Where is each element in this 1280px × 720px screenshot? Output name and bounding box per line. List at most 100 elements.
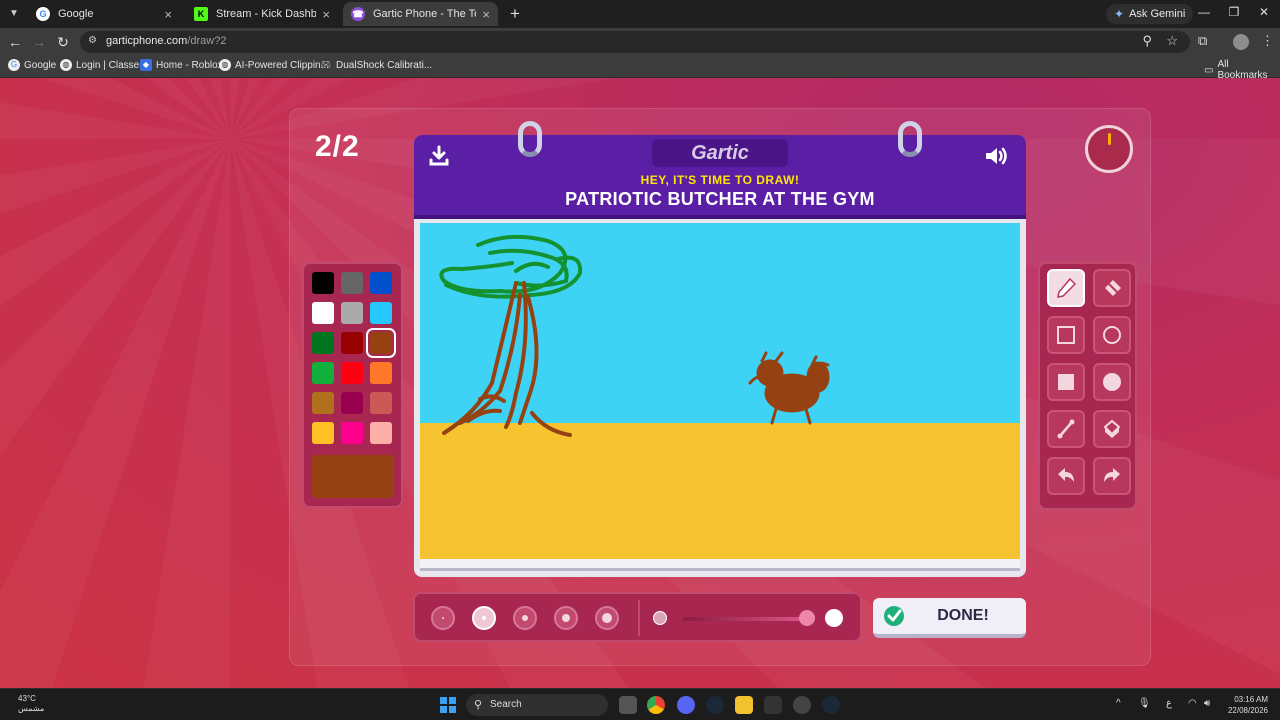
- filled-ellipse-tool-button[interactable]: [1093, 363, 1131, 401]
- tab-kick[interactable]: K Stream - Kick Dashboard ×: [186, 2, 338, 26]
- color-swatch[interactable]: [341, 332, 363, 354]
- tab-google[interactable]: G Google ×: [28, 2, 180, 26]
- color-swatch[interactable]: [370, 392, 392, 414]
- redo-button[interactable]: [1093, 457, 1131, 495]
- task-view-icon[interactable]: [619, 696, 637, 714]
- app-icon[interactable]: [764, 696, 782, 714]
- site-info-icon[interactable]: ⚙: [88, 35, 102, 49]
- drawing-card: Gartic HEY, IT'S TIME TO DRAW! PATRIOTIC…: [414, 121, 1026, 577]
- globe-icon: ◍: [60, 59, 72, 71]
- color-swatch[interactable]: [341, 362, 363, 384]
- tray-chevron-icon[interactable]: ^: [1116, 698, 1121, 709]
- binder-ring: [898, 121, 922, 157]
- windows-taskbar: 43°C مشمس ⚲ Search ^ 🎙︎ ع ◠ 🔊︎ 03:16 AM …: [0, 688, 1280, 720]
- window-close-icon[interactable]: ✕: [1256, 5, 1272, 19]
- bookmark-roblox[interactable]: ◆ Home - Roblox: [140, 59, 223, 71]
- github-icon[interactable]: [793, 696, 811, 714]
- color-swatch[interactable]: [341, 422, 363, 444]
- bookmark-google[interactable]: G Google: [8, 59, 56, 71]
- color-swatch[interactable]: [312, 362, 334, 384]
- close-icon[interactable]: ×: [322, 7, 330, 22]
- download-icon[interactable]: [428, 145, 450, 167]
- fill-bucket-tool-button[interactable]: [1093, 410, 1131, 448]
- done-button[interactable]: DONE!: [873, 598, 1026, 638]
- tree-canopy: [439, 234, 583, 299]
- avatar[interactable]: [1233, 34, 1249, 50]
- color-swatch[interactable]: [341, 272, 363, 294]
- ellipse-tool-button[interactable]: [1093, 316, 1131, 354]
- tab-title: Gartic Phone - The Telephone G: [373, 8, 476, 20]
- reload-icon[interactable]: ↻: [54, 33, 72, 51]
- steam-icon[interactable]: [822, 696, 840, 714]
- taskbar-search[interactable]: ⚲ Search: [466, 694, 608, 716]
- wifi-icon[interactable]: ◠: [1188, 698, 1197, 709]
- color-swatch[interactable]: [341, 302, 363, 324]
- line-tool-button[interactable]: [1047, 410, 1085, 448]
- gartic-icon: ☎: [351, 7, 365, 21]
- drawing-strokes: [420, 234, 1020, 559]
- tab-gartic[interactable]: ☎ Gartic Phone - The Telephone G ×: [343, 2, 498, 26]
- color-swatch[interactable]: [370, 302, 392, 324]
- zoom-icon[interactable]: ⚲: [1142, 33, 1152, 49]
- bookmark-dualshock[interactable]: 🎮︎ DualShock Calibrati...: [320, 59, 432, 71]
- ask-gemini-button[interactable]: ✦ Ask Gemini: [1106, 4, 1194, 24]
- brush-size-button[interactable]: [431, 606, 455, 630]
- brush-size-button[interactable]: [472, 606, 496, 630]
- new-tab-button[interactable]: +: [505, 4, 525, 24]
- color-swatch[interactable]: [370, 272, 392, 294]
- brush-size-button[interactable]: [513, 606, 537, 630]
- brush-size-button[interactable]: [554, 606, 578, 630]
- close-icon[interactable]: ×: [482, 7, 490, 22]
- line-icon: [1057, 419, 1075, 439]
- close-icon[interactable]: ×: [164, 7, 172, 22]
- system-clock[interactable]: 03:16 AM 22/08/2026: [1222, 694, 1268, 716]
- restore-icon[interactable]: ❐: [1226, 5, 1242, 19]
- back-icon[interactable]: ←: [6, 33, 24, 51]
- address-bar[interactable]: ⚙ garticphone.com/draw?2 ⚲ ☆: [80, 31, 1190, 53]
- controls-divider: [638, 600, 640, 636]
- extensions-icon[interactable]: ⧉: [1198, 33, 1207, 49]
- redo-icon: [1104, 468, 1120, 482]
- steam-icon[interactable]: [706, 696, 724, 714]
- bookmark-star-icon[interactable]: ☆: [1166, 33, 1178, 49]
- chrome-icon[interactable]: [647, 696, 665, 714]
- color-swatch[interactable]: [312, 392, 334, 414]
- input-language[interactable]: ع: [1166, 698, 1172, 709]
- opacity-slider[interactable]: [683, 617, 811, 621]
- pencil-tool-button[interactable]: [1047, 269, 1085, 307]
- microphone-icon[interactable]: 🎙︎: [1138, 698, 1151, 709]
- tab-search-chevron-icon[interactable]: ▼: [6, 6, 22, 22]
- opacity-slider-handle[interactable]: [799, 610, 815, 626]
- ellipse-icon: [1103, 326, 1121, 344]
- draw-subtitle: HEY, IT'S TIME TO DRAW!: [640, 173, 800, 187]
- minimize-icon[interactable]: —: [1196, 5, 1212, 19]
- color-swatch[interactable]: [341, 392, 363, 414]
- gartic-logo: Gartic: [652, 139, 788, 167]
- brush-controls: [413, 592, 862, 642]
- bookmark-ai-clipping[interactable]: ◍ AI-Powered Clippin...: [219, 59, 329, 71]
- file-explorer-icon[interactable]: [735, 696, 753, 714]
- color-swatch[interactable]: [312, 302, 334, 324]
- windows-start-icon[interactable]: [440, 697, 456, 713]
- color-swatch[interactable]: [366, 328, 396, 358]
- forward-icon[interactable]: →: [30, 33, 48, 51]
- google-icon: G: [8, 59, 20, 71]
- bookmark-classera[interactable]: ◍ Login | Classera: [60, 59, 148, 71]
- eraser-tool-button[interactable]: [1093, 269, 1131, 307]
- rectangle-tool-button[interactable]: [1047, 316, 1085, 354]
- volume-icon[interactable]: 🔊︎: [1204, 698, 1210, 709]
- brush-size-button[interactable]: [595, 606, 619, 630]
- weather-widget[interactable]: 43°C مشمس: [18, 694, 44, 714]
- speaker-icon[interactable]: [984, 145, 1010, 167]
- undo-button[interactable]: [1047, 457, 1085, 495]
- discord-icon[interactable]: [677, 696, 695, 714]
- drawing-canvas[interactable]: [420, 223, 1020, 559]
- fill-bucket-icon: [1103, 419, 1121, 438]
- color-swatch[interactable]: [312, 272, 334, 294]
- color-swatch[interactable]: [312, 332, 334, 354]
- color-swatch[interactable]: [370, 362, 392, 384]
- color-swatch[interactable]: [370, 422, 392, 444]
- filled-rectangle-tool-button[interactable]: [1047, 363, 1085, 401]
- menu-kebab-icon[interactable]: ⋮: [1261, 33, 1274, 49]
- color-swatch[interactable]: [312, 422, 334, 444]
